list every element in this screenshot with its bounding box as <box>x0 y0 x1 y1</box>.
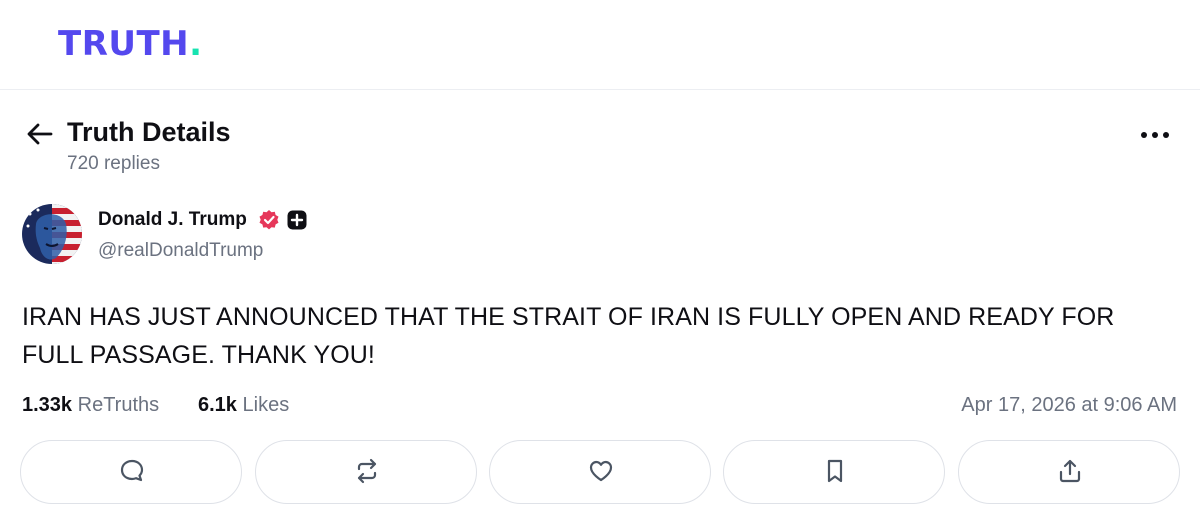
likes-stat[interactable]: 6.1k Likes <box>198 390 289 420</box>
bookmark-icon <box>827 459 843 483</box>
top-bar: TRUTH. <box>0 0 1200 90</box>
reply-count: 720 replies <box>67 153 160 174</box>
retruths-count: 1.33k <box>22 394 73 416</box>
plus-badge-icon <box>287 210 307 230</box>
likes-count: 6.1k <box>198 394 237 416</box>
bookmark-button[interactable] <box>723 440 945 504</box>
reply-button[interactable] <box>20 440 242 504</box>
more-horizontal-icon <box>1141 132 1169 138</box>
arrow-left-icon <box>27 123 53 145</box>
action-bar <box>20 440 1180 510</box>
avatar[interactable] <box>22 204 82 264</box>
likes-label: Likes <box>242 394 290 416</box>
back-button[interactable] <box>22 116 58 152</box>
avatar-image <box>22 204 82 264</box>
retruths-label: ReTruths <box>77 394 160 416</box>
logo-dot: . <box>189 24 203 64</box>
post-body: IRAN HAS JUST ANNOUNCED THAT THE STRAIT … <box>22 303 1115 369</box>
verified-badge-icon <box>259 210 279 230</box>
repost-icon <box>357 458 377 484</box>
more-options-button[interactable] <box>1134 122 1176 148</box>
share-button[interactable] <box>958 440 1180 504</box>
retruth-button[interactable] <box>255 440 477 504</box>
post-author: Donald J. Trump @realDonaldTrump <box>22 202 622 268</box>
like-button[interactable] <box>489 440 711 504</box>
share-icon <box>1059 459 1081 483</box>
heart-icon <box>589 460 613 482</box>
retruths-stat[interactable]: 1.33k ReTruths <box>22 390 159 420</box>
logo-text: TRUTH <box>58 24 190 64</box>
author-name[interactable]: Donald J. Trump <box>98 208 247 232</box>
chat-bubble-icon <box>120 459 144 482</box>
author-handle[interactable]: @realDonaldTrump <box>98 239 263 263</box>
truth-logo[interactable]: TRUTH. <box>58 24 203 64</box>
page-header: Truth Details 720 replies <box>22 112 1182 182</box>
page-title: Truth Details <box>67 117 231 147</box>
post-stats: 1.33k ReTruths 6.1k Likes Apr 17, 2026 a… <box>22 390 1182 420</box>
post-timestamp: Apr 17, 2026 at 9:06 AM <box>961 394 1177 416</box>
